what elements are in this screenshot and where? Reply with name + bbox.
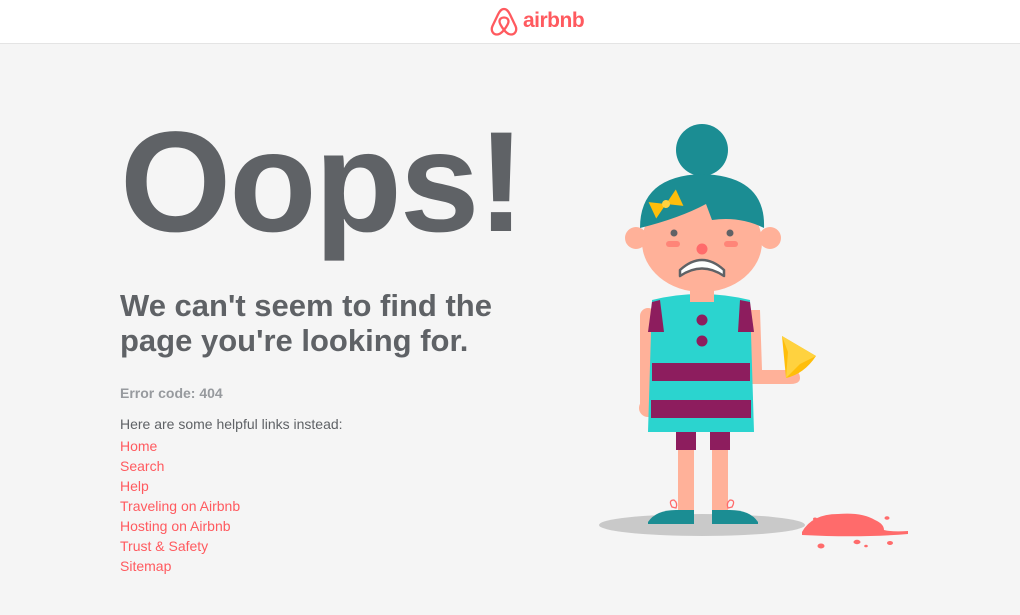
airbnb-logo-link[interactable]: airbnb [489, 5, 585, 37]
link-trust-and-safety[interactable]: Trust & Safety [120, 538, 208, 554]
page-title: Oops! [120, 103, 525, 262]
logo-wordmark: airbnb [523, 9, 585, 32]
top-header: airbnb [0, 0, 1020, 44]
helpful-links-intro: Here are some helpful links instead: [120, 416, 343, 432]
error-content: Oops! We can't seem to find the page you… [120, 108, 590, 576]
link-home[interactable]: Home [120, 438, 157, 454]
link-search[interactable]: Search [120, 458, 164, 474]
link-help[interactable]: Help [120, 478, 149, 494]
error-code: Error code: 404 [120, 385, 223, 401]
link-hosting-on-airbnb[interactable]: Hosting on Airbnb [120, 518, 231, 534]
sad-girl-dropped-ice-cream-icon [590, 120, 920, 555]
link-sitemap[interactable]: Sitemap [120, 558, 171, 574]
helpful-links-list: Home Search Help Traveling on Airbnb Hos… [120, 436, 590, 576]
airbnb-belo-icon [490, 7, 518, 36]
page-subtitle: We can't seem to find the page you're lo… [120, 288, 492, 358]
link-traveling-on-airbnb[interactable]: Traveling on Airbnb [120, 498, 240, 514]
